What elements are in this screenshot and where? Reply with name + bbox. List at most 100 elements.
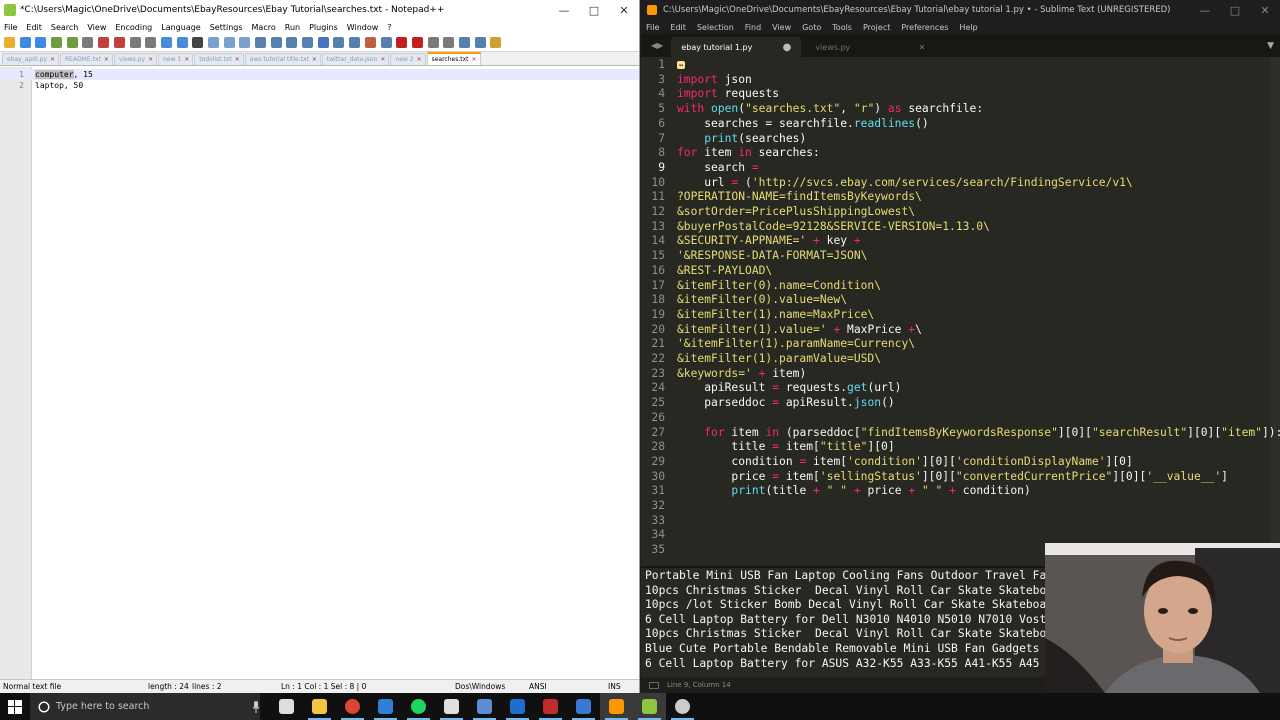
- npp-menu-view[interactable]: View: [87, 23, 106, 32]
- toolbar-button-icon[interactable]: [364, 37, 376, 48]
- toolbar-button-icon[interactable]: [427, 37, 439, 48]
- taskbar-app-button[interactable]: [402, 693, 435, 720]
- maximize-button[interactable]: □: [579, 0, 609, 20]
- tab-views-py[interactable]: views.py ✕: [805, 37, 935, 57]
- code-line[interactable]: 6 searches = searchfile.readlines(): [641, 116, 1271, 131]
- code-line[interactable]: 11 ?OPERATION-NAME=findItemsByKeywords\: [641, 189, 1271, 204]
- taskbar-app-button[interactable]: [666, 693, 699, 720]
- toolbar-button-icon[interactable]: [270, 37, 282, 48]
- toolbar-button-icon[interactable]: [411, 37, 423, 48]
- code-line[interactable]: 1 ↔: [641, 57, 1271, 72]
- toolbar-button-icon[interactable]: [66, 37, 78, 48]
- taskbar-app-button[interactable]: [567, 693, 600, 720]
- minimap[interactable]: [1270, 57, 1280, 560]
- taskbar-search-box[interactable]: Type here to search: [30, 693, 260, 720]
- close-tab-icon[interactable]: ✕: [472, 56, 477, 63]
- microphone-icon[interactable]: [252, 700, 260, 713]
- toolbar-button-icon[interactable]: [223, 37, 235, 48]
- code-line[interactable]: 5 with open("searches.txt", "r") as searc…: [641, 101, 1271, 116]
- code-line[interactable]: 33: [641, 513, 1271, 528]
- fold-marker-icon[interactable]: ↔: [677, 61, 686, 69]
- code-line[interactable]: 4 import requests: [641, 86, 1271, 101]
- toolbar-button-icon[interactable]: [302, 37, 314, 48]
- npp-tab[interactable]: twitter_data.json ✕: [321, 53, 390, 65]
- taskbar-app-button[interactable]: [369, 693, 402, 720]
- toolbar-button-icon[interactable]: [4, 37, 15, 48]
- toolbar-button-icon[interactable]: [396, 37, 408, 48]
- npp-tab[interactable]: README.txt ✕: [60, 53, 113, 65]
- code-line[interactable]: 24 apiResult = requests.get(url): [641, 380, 1271, 395]
- code-line[interactable]: 15 '&RESPONSE-DATA-FORMAT=JSON\: [641, 248, 1271, 263]
- close-tab-icon[interactable]: ✕: [380, 56, 385, 63]
- code-line[interactable]: 7 print(searches): [641, 131, 1271, 146]
- code-line[interactable]: 13 &buyerPostalCode=92128&SERVICE-VERSION…: [641, 219, 1271, 234]
- taskbar-app-button[interactable]: [303, 693, 336, 720]
- npp-menu-language[interactable]: Language: [161, 23, 200, 32]
- st-menu-file[interactable]: File: [646, 23, 659, 32]
- npp-tab[interactable]: new 2 ✕: [390, 53, 426, 65]
- toolbar-button-icon[interactable]: [145, 37, 157, 48]
- st-menu-find[interactable]: Find: [745, 23, 761, 32]
- npp-menu-plugins[interactable]: Plugins: [309, 23, 338, 32]
- taskbar-app-button[interactable]: [534, 693, 567, 720]
- code-line[interactable]: 20 &itemFilter(1).value=' + MaxPrice +\: [641, 322, 1271, 337]
- toolbar-button-icon[interactable]: [19, 37, 31, 48]
- code-line[interactable]: 29 condition = item['condition'][0]['con…: [641, 454, 1271, 469]
- taskbar-app-button[interactable]: [600, 693, 633, 720]
- tab-ebay-tutorial[interactable]: ebay tutorial 1.py ●: [671, 37, 802, 57]
- code-line[interactable]: 17 &itemFilter(0).name=Condition\: [641, 278, 1271, 293]
- toolbar-button-icon[interactable]: [239, 37, 251, 48]
- code-line[interactable]: 19 &itemFilter(1).name=MaxPrice\: [641, 307, 1271, 322]
- npp-menu-file[interactable]: File: [4, 23, 17, 32]
- npp-editor[interactable]: 1 computer, 15 2 laptop, 50: [0, 67, 639, 679]
- code-line[interactable]: 16 &REST-PAYLOAD\: [641, 263, 1271, 278]
- close-tab-icon[interactable]: ✕: [148, 56, 153, 63]
- toolbar-button-icon[interactable]: [333, 37, 345, 48]
- toolbar-button-icon[interactable]: [443, 37, 455, 48]
- code-line[interactable]: 32: [641, 498, 1271, 513]
- toolbar-button-icon[interactable]: [98, 37, 110, 48]
- code-line[interactable]: 27 for item in (parseddoc["findItemsByKe…: [641, 425, 1280, 440]
- tab-overflow-icon[interactable]: ▼: [1267, 41, 1274, 51]
- taskbar-app-button[interactable]: [435, 693, 468, 720]
- npp-tab[interactable]: searches.txt ✕: [426, 52, 481, 65]
- npp-menu-edit[interactable]: Edit: [26, 23, 42, 32]
- st-menu-tools[interactable]: Tools: [832, 23, 852, 32]
- st-menu-preferences[interactable]: Preferences: [901, 23, 948, 32]
- toolbar-button-icon[interactable]: [192, 37, 204, 48]
- toolbar-button-icon[interactable]: [207, 37, 219, 48]
- close-tab-icon[interactable]: ✕: [919, 43, 926, 52]
- close-button[interactable]: ✕: [1250, 0, 1280, 20]
- npp-menu-help[interactable]: ?: [387, 23, 391, 32]
- toolbar-button-icon[interactable]: [129, 37, 141, 48]
- taskbar-app-button[interactable]: [270, 693, 303, 720]
- npp-line[interactable]: 1 computer, 15: [0, 69, 639, 80]
- toolbar-button-icon[interactable]: [255, 37, 266, 48]
- toolbar-button-icon[interactable]: [317, 37, 329, 48]
- taskbar-app-button[interactable]: [633, 693, 666, 720]
- close-tab-icon[interactable]: ✕: [184, 56, 189, 63]
- code-line[interactable]: 25 parseddoc = apiResult.json(): [641, 395, 1271, 410]
- panel-toggle-icon[interactable]: [649, 681, 659, 689]
- close-tab-icon[interactable]: ✕: [235, 56, 240, 63]
- code-line[interactable]: 3 import json: [641, 72, 1271, 87]
- npp-menu-search[interactable]: Search: [51, 23, 78, 32]
- npp-menu-macro[interactable]: Macro: [252, 23, 276, 32]
- toolbar-button-icon[interactable]: [474, 37, 486, 48]
- close-tab-icon[interactable]: ✕: [104, 56, 109, 63]
- st-code-editor[interactable]: 1 ↔ 3 import json 4 import requests 5 with open…: [641, 57, 1280, 560]
- st-menu-selection[interactable]: Selection: [697, 23, 734, 32]
- toolbar-button-icon[interactable]: [82, 37, 94, 48]
- toolbar-button-icon[interactable]: [286, 37, 298, 48]
- st-menu-help[interactable]: Help: [959, 23, 977, 32]
- toolbar-button-icon[interactable]: [35, 37, 47, 48]
- code-line[interactable]: 23 &keywords=' + item): [641, 366, 1271, 381]
- st-menu-goto[interactable]: Goto: [802, 23, 821, 32]
- npp-tab[interactable]: todolist.txt ✕: [194, 53, 244, 65]
- npp-menu-encoding[interactable]: Encoding: [115, 23, 152, 32]
- npp-menu-settings[interactable]: Settings: [210, 23, 243, 32]
- code-line[interactable]: 30 price = item['sellingStatus'][0]["con…: [641, 469, 1271, 484]
- close-button[interactable]: ✕: [609, 0, 639, 20]
- npp-tab[interactable]: ebay_api0.py ✕: [2, 53, 59, 65]
- npp-tab[interactable]: views.py ✕: [113, 53, 158, 65]
